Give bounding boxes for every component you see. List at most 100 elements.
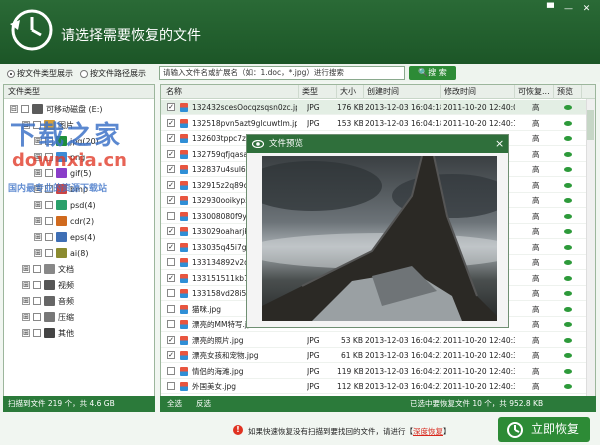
tree-item[interactable]: ⊞ 其他 — [22, 326, 74, 340]
tree-expand-toggle[interactable]: ⊞ — [22, 265, 30, 273]
tree-item[interactable]: ⊞ 音频 — [22, 294, 74, 308]
table-row[interactable]: 情侣的海滩.jpg JPG 119 KB 2013-12-03 16:04:23 201… — [161, 364, 595, 379]
preview-title: 文件预览 — [269, 139, 304, 149]
preview-eye-icon[interactable] — [564, 105, 572, 110]
close-button[interactable]: ✕ — [580, 4, 593, 15]
tree-item[interactable]: ⊞ psd(4) — [34, 198, 96, 212]
scrollbar-thumb[interactable] — [587, 110, 594, 140]
row-checkbox[interactable] — [167, 382, 175, 390]
tree-checkbox[interactable] — [33, 313, 41, 321]
row-checkbox[interactable]: ✓ — [167, 227, 175, 235]
table-row[interactable]: ✓ 漂亮女孩和宠物.jpg JPG 61 KB 2013-12-03 16:04:23 2… — [161, 348, 595, 363]
col-type[interactable]: 类型 — [299, 85, 337, 99]
col-recoverable[interactable]: 可恢复... — [515, 85, 554, 99]
row-checkbox[interactable]: ✓ — [167, 103, 175, 111]
tree-expand-toggle[interactable]: ⊞ — [22, 313, 30, 321]
radio-dot[interactable] — [80, 69, 88, 78]
preview-eye-icon[interactable] — [564, 337, 572, 343]
row-checkbox[interactable]: ✓ — [167, 335, 175, 344]
table-row[interactable]: 外国美女.jpg JPG 112 KB 2013-12-03 16:04:23 2011… — [161, 379, 595, 394]
select-all-link[interactable]: 全选 — [167, 396, 182, 412]
preview-eye-icon[interactable] — [564, 151, 572, 157]
preview-eye-icon[interactable] — [564, 384, 572, 389]
tree-item[interactable]: ⊞ ai(8) — [34, 246, 88, 260]
tree-expand-toggle[interactable]: ⊞ — [34, 249, 42, 257]
col-size[interactable]: 大小 — [337, 85, 364, 99]
row-checkbox[interactable]: ✓ — [167, 118, 175, 127]
tree-checkbox[interactable] — [45, 233, 53, 241]
preview-eye-icon[interactable] — [564, 182, 572, 188]
menu-button[interactable]: ▀ — [544, 4, 557, 15]
preview-eye-icon[interactable] — [564, 275, 572, 281]
tree-expand-toggle[interactable]: ⊞ — [34, 217, 42, 225]
col-preview[interactable]: 预览 — [554, 85, 582, 99]
row-checkbox[interactable] — [167, 258, 175, 266]
preview-eye-icon[interactable] — [564, 368, 572, 374]
tree-item[interactable]: ⊞ eps(4) — [34, 230, 96, 244]
tree-expand-toggle[interactable]: ⊟ — [10, 105, 18, 113]
tree-item[interactable]: ⊞ 视频 — [22, 278, 74, 292]
preview-eye-icon[interactable] — [564, 260, 572, 265]
row-checkbox[interactable]: ✓ — [167, 196, 175, 204]
row-checkbox[interactable]: ✓ — [167, 273, 175, 282]
tree-expand-toggle[interactable]: ⊞ — [34, 233, 42, 241]
recover-now-button[interactable]: 立即恢复 — [498, 417, 590, 442]
tree-item[interactable]: ⊞ 压缩 — [22, 310, 74, 324]
tree-item[interactable]: ⊟ 可移动磁盘 (E:) — [10, 102, 103, 116]
invert-selection-link[interactable]: 反选 — [196, 396, 211, 412]
row-checkbox[interactable] — [167, 304, 175, 313]
tree-checkbox[interactable] — [45, 201, 53, 209]
radio-by-path[interactable]: 按文件路径展示 — [80, 68, 146, 79]
col-name[interactable]: 名称 — [161, 85, 299, 99]
row-checkbox[interactable] — [167, 289, 175, 297]
tree-checkbox[interactable] — [33, 329, 41, 337]
preview-eye-icon[interactable] — [564, 198, 572, 203]
row-checkbox[interactable]: ✓ — [167, 165, 175, 173]
tree-expand-toggle[interactable]: ⊞ — [22, 329, 30, 337]
preview-eye-icon[interactable] — [564, 120, 572, 126]
row-checkbox[interactable]: ✓ — [167, 149, 175, 158]
preview-titlebar: 文件预览 × — [247, 135, 508, 153]
row-checkbox[interactable] — [167, 320, 175, 328]
row-checkbox[interactable]: ✓ — [167, 351, 175, 359]
preview-eye-icon[interactable] — [564, 213, 572, 219]
tree-checkbox[interactable] — [33, 265, 41, 273]
scrollbar[interactable] — [586, 99, 595, 396]
minimize-button[interactable]: — — [562, 4, 575, 15]
col-created[interactable]: 创建时间 — [364, 85, 441, 99]
tree-item[interactable]: ⊞ 文档 — [22, 262, 74, 276]
table-row[interactable]: ✓ 漂亮的照片.jpg JPG 53 KB 2013-12-03 16:04:23 201… — [161, 333, 595, 348]
preview-close-button[interactable]: × — [495, 135, 504, 153]
tree-item[interactable]: ⊞ cdr(2) — [34, 214, 94, 228]
preview-eye-icon[interactable] — [564, 229, 572, 234]
tree-checkbox[interactable] — [45, 249, 53, 257]
preview-eye-icon[interactable] — [564, 322, 572, 327]
search-button[interactable]: 🔍搜 索 — [409, 66, 456, 80]
table-row[interactable]: ✓ 132518pvn5azt9glcuwtlm.jpg JPG 153 KB 2013… — [161, 116, 595, 131]
tree-checkbox[interactable] — [33, 297, 41, 305]
table-row[interactable]: ✓ 132432scesOocqzsqsn0zc.jpg JPG 176 KB 2013… — [161, 100, 595, 115]
tree-checkbox[interactable] — [45, 217, 53, 225]
preview-eye-icon[interactable] — [564, 167, 572, 172]
deep-recover-link[interactable]: 深度恢复 — [413, 427, 443, 436]
row-checkbox[interactable]: ✓ — [167, 242, 175, 251]
row-checkbox[interactable] — [167, 366, 175, 375]
preview-eye-icon[interactable] — [564, 306, 572, 312]
search-input[interactable]: 请输入文件名或扩展名（如：1.doc，*.jpg）进行搜索 — [159, 66, 405, 80]
radio-by-type[interactable]: 按文件类型展示 — [7, 68, 73, 79]
row-checkbox[interactable] — [167, 211, 175, 220]
row-checkbox[interactable]: ✓ — [167, 134, 175, 142]
preview-eye-icon[interactable] — [564, 244, 572, 250]
tree-checkbox[interactable] — [33, 281, 41, 289]
preview-eye-icon[interactable] — [564, 353, 572, 358]
preview-eye-icon[interactable] — [564, 291, 572, 296]
tree-checkbox[interactable] — [21, 105, 29, 113]
preview-eye-icon[interactable] — [564, 136, 572, 141]
tree-item-label: cdr(2) — [70, 216, 95, 226]
tree-expand-toggle[interactable]: ⊞ — [22, 281, 30, 289]
radio-dot[interactable] — [7, 69, 15, 78]
tree-expand-toggle[interactable]: ⊞ — [34, 201, 42, 209]
tree-expand-toggle[interactable]: ⊞ — [22, 297, 30, 305]
row-checkbox[interactable]: ✓ — [167, 180, 175, 189]
col-modified[interactable]: 修改时间 — [441, 85, 515, 99]
